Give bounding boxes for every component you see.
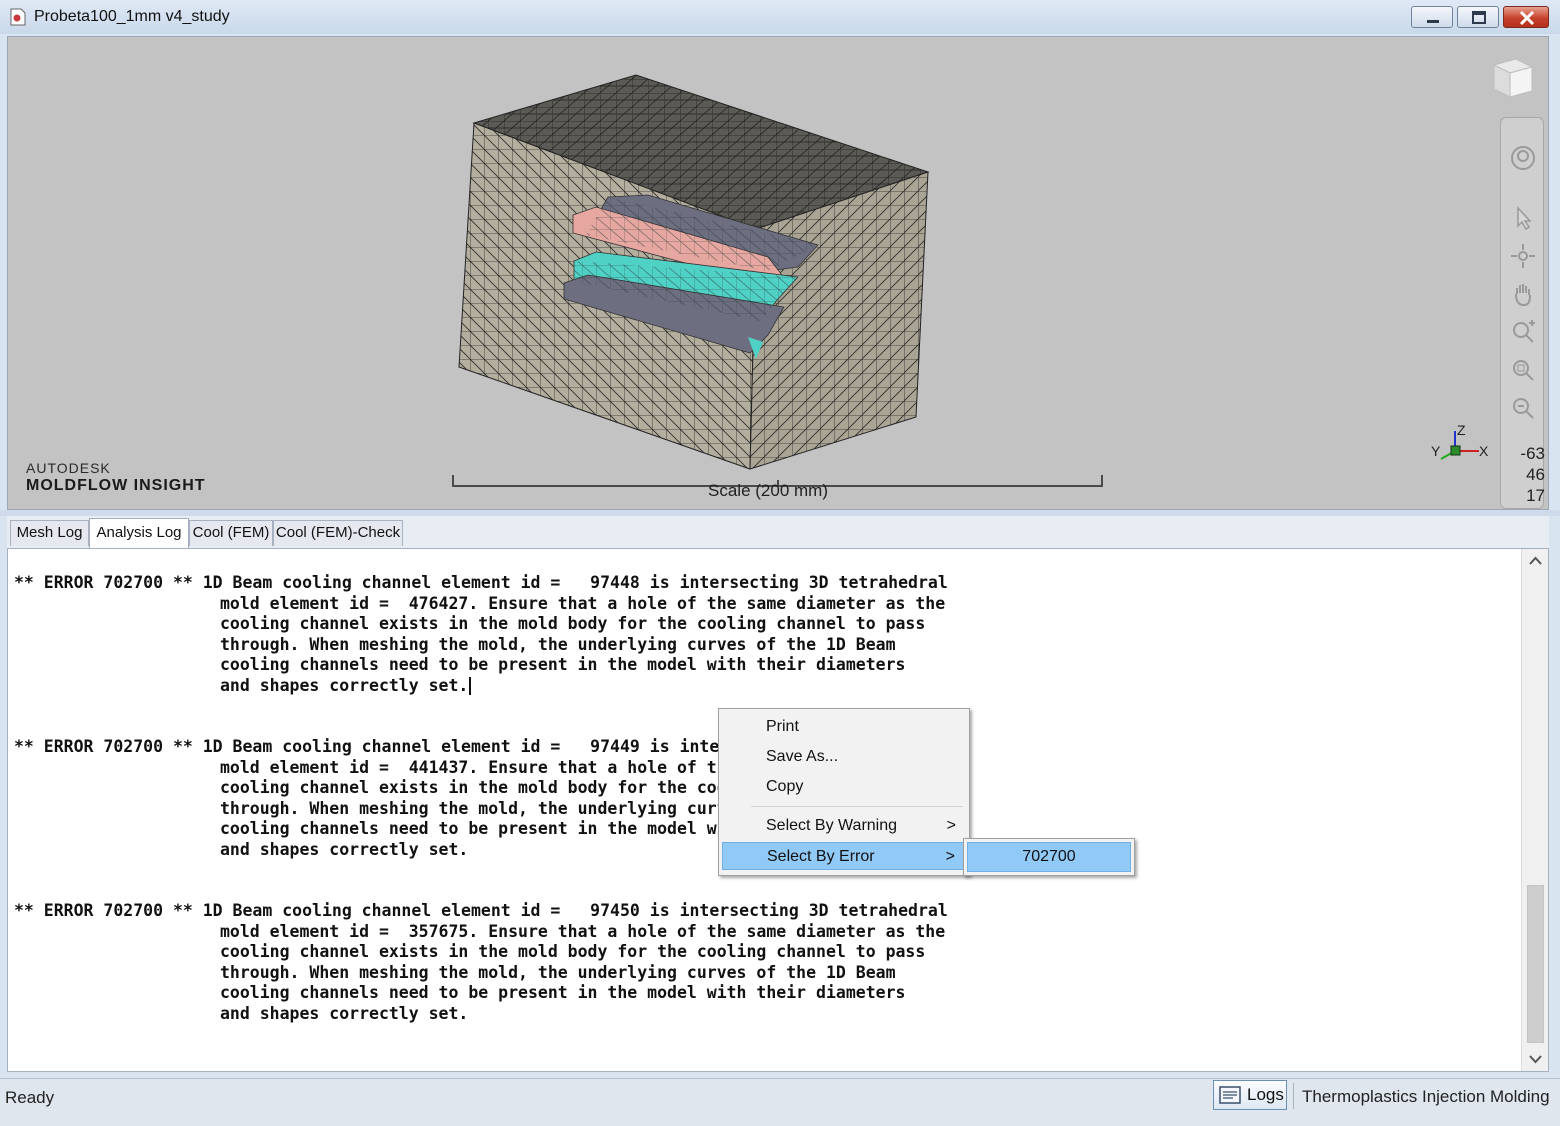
coordinate-readout: -63 46 17 bbox=[1505, 443, 1545, 506]
log-line: cooling channels need to be present in t… bbox=[220, 983, 906, 1002]
viewcube-icon[interactable] bbox=[1486, 55, 1536, 101]
brand-autodesk: AUTODESK bbox=[26, 460, 111, 476]
scale-label: Scale (200 mm) bbox=[708, 481, 828, 500]
hand-pan-icon[interactable] bbox=[1509, 280, 1537, 308]
tab-mesh-log[interactable]: Mesh Log bbox=[10, 520, 89, 546]
log-line: through. When meshing the mold, the unde… bbox=[220, 962, 896, 982]
axis-label-z: Z bbox=[1457, 422, 1466, 438]
brand-moldflow: MOLDFLOW INSIGHT bbox=[26, 477, 206, 494]
log-entry[interactable]: ** ERROR 702700 ** 1D Beam cooling chann… bbox=[14, 901, 948, 1024]
log-line: cooling channels need to be present in t… bbox=[220, 655, 906, 674]
zoom-fit-icon[interactable] bbox=[1509, 394, 1537, 422]
menu-item-save-as[interactable]: Save As... bbox=[722, 743, 966, 771]
menu-separator bbox=[751, 806, 963, 807]
logs-icon bbox=[1219, 1086, 1241, 1104]
submenu-arrow-icon: > bbox=[945, 848, 955, 865]
log-line: through. When meshing the mold, the unde… bbox=[220, 634, 896, 654]
minimize-icon bbox=[1427, 20, 1439, 23]
select-arrow-icon[interactable] bbox=[1509, 204, 1537, 232]
coord-value: 17 bbox=[1526, 486, 1545, 505]
status-bar: Ready Logs Thermoplastics Injection Mold… bbox=[0, 1078, 1560, 1126]
log-line: and shapes correctly set. bbox=[220, 1003, 469, 1023]
menu-item-label: Print bbox=[766, 718, 799, 735]
log-line-text: and shapes correctly set. bbox=[220, 675, 469, 695]
close-button[interactable] bbox=[1503, 6, 1549, 28]
scroll-down-icon[interactable] bbox=[1522, 1047, 1549, 1071]
log-entry[interactable]: ** ERROR 702700 ** 1D Beam cooling chann… bbox=[14, 573, 948, 696]
log-line: cooling channel exists in the mold body … bbox=[220, 942, 926, 961]
minimize-button[interactable] bbox=[1411, 6, 1453, 28]
text-caret bbox=[469, 677, 472, 695]
document-icon bbox=[10, 8, 26, 26]
logs-label: Logs bbox=[1247, 1085, 1284, 1104]
logs-button[interactable]: Logs bbox=[1213, 1080, 1287, 1110]
log-line: mold element id = 357675. Ensure that a … bbox=[220, 921, 946, 941]
model-viewport[interactable]: AUTODESK MOLDFLOW INSIGHT Scale (200 mm)… bbox=[7, 36, 1549, 510]
menu-item-select-by-error[interactable]: Select By Error > bbox=[722, 842, 966, 870]
axis-label-x: X bbox=[1479, 443, 1489, 459]
steering-wheel-icon[interactable] bbox=[1509, 144, 1537, 172]
axis-triad-icon: Z Y X bbox=[1431, 422, 1489, 460]
coord-value: -63 bbox=[1520, 444, 1545, 463]
tab-cool-fem-check[interactable]: Cool (FEM)-Check bbox=[273, 520, 403, 546]
axis-label-y: Y bbox=[1431, 443, 1441, 459]
zoom-window-icon[interactable] bbox=[1509, 356, 1537, 384]
log-line-last: and shapes correctly set. bbox=[14, 676, 948, 697]
tab-analysis-log[interactable]: Analysis Log bbox=[89, 518, 189, 548]
tab-cool-fem[interactable]: Cool (FEM) bbox=[189, 520, 273, 546]
menu-item-copy[interactable]: Copy bbox=[722, 773, 966, 801]
log-line: mold element id = 476427. Ensure that a … bbox=[220, 593, 946, 613]
analysis-mode-text: Thermoplastics Injection Molding bbox=[1302, 1087, 1550, 1106]
log-tab-bar: Mesh Log Analysis Log Cool (FEM) Cool (F… bbox=[7, 516, 1549, 548]
pan-orbit-icon[interactable] bbox=[1509, 242, 1537, 270]
log-scrollbar[interactable] bbox=[1521, 549, 1549, 1071]
menu-item-label: Select By Error bbox=[767, 848, 875, 865]
log-line: ** ERROR 702700 ** 1D Beam cooling chann… bbox=[14, 573, 948, 592]
submenu-arrow-icon: > bbox=[946, 817, 956, 834]
coord-value: 46 bbox=[1526, 465, 1545, 484]
menu-item-select-by-warning[interactable]: Select By Warning > bbox=[722, 812, 966, 840]
mold-mesh-model[interactable] bbox=[8, 37, 1548, 509]
status-text: Ready bbox=[5, 1088, 55, 1107]
menu-item-print[interactable]: Print bbox=[722, 713, 966, 741]
title-bar: Probeta100_1mm v4_study bbox=[0, 0, 1560, 34]
zoom-icon[interactable] bbox=[1509, 318, 1537, 346]
menu-item-label: Save As... bbox=[766, 748, 839, 765]
log-line: cooling channel exists in the mold body … bbox=[220, 614, 926, 633]
log-line: ** ERROR 702700 ** 1D Beam cooling chann… bbox=[14, 901, 948, 920]
scroll-thumb[interactable] bbox=[1527, 885, 1544, 1043]
context-menu: Print Save As... Copy Select By Warning >… bbox=[718, 708, 970, 876]
scroll-up-icon[interactable] bbox=[1522, 549, 1549, 573]
brand-logo: AUTODESK MOLDFLOW INSIGHT bbox=[26, 460, 206, 495]
maximize-icon bbox=[1472, 11, 1486, 24]
status-separator bbox=[1293, 1083, 1294, 1109]
window-title: Probeta100_1mm v4_study bbox=[34, 8, 230, 25]
close-icon bbox=[1519, 10, 1535, 26]
menu-item-label: Copy bbox=[766, 778, 804, 795]
submenu-select-by-error: 702700 bbox=[963, 838, 1135, 876]
menu-item-label: Select By Warning bbox=[766, 817, 898, 834]
maximize-button[interactable] bbox=[1457, 6, 1499, 28]
submenu-item-error-code[interactable]: 702700 bbox=[967, 842, 1131, 872]
